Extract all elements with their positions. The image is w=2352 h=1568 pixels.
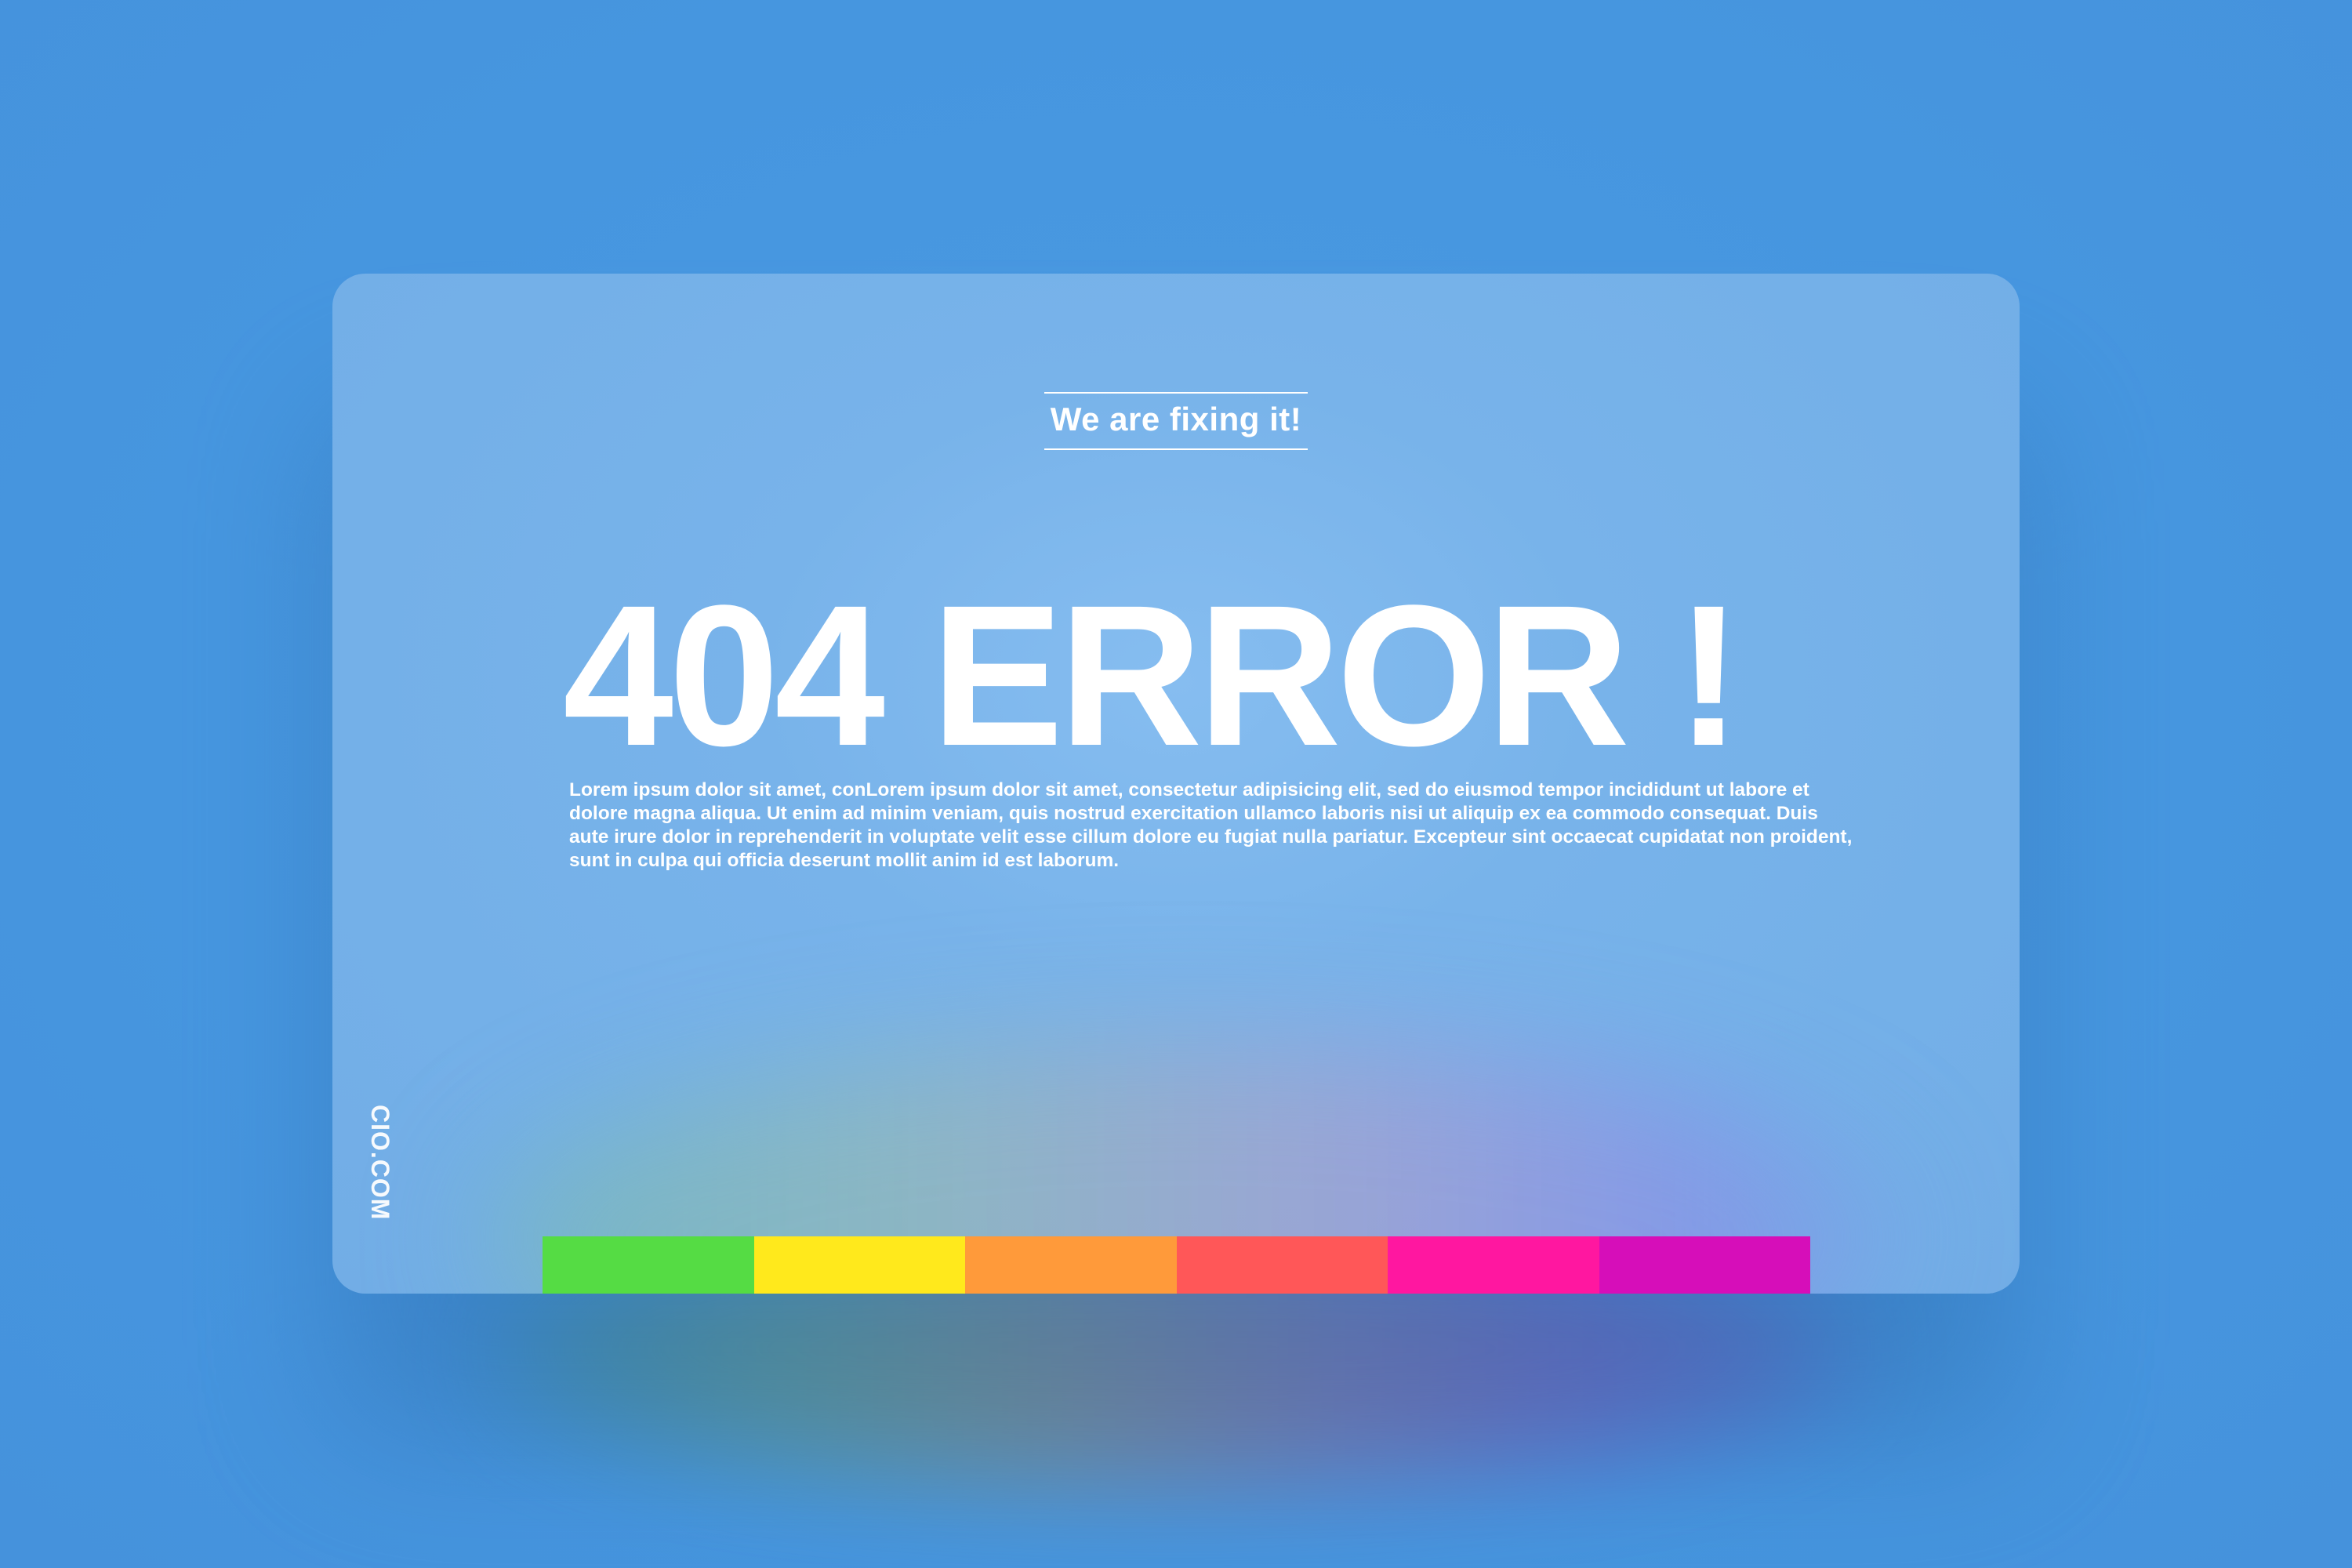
color-swatch-4 [1176, 1236, 1388, 1294]
error-description: Lorem ipsum dolor sit amet, conLorem ips… [569, 779, 1853, 871]
error-card: We are fixing it! 404 ERROR ! Lorem ipsu… [332, 274, 2020, 1294]
color-bar [543, 1236, 1810, 1294]
color-swatch-1 [543, 1236, 754, 1294]
subtitle: We are fixing it! [1044, 392, 1308, 450]
brand-label: CIO.COM [366, 1105, 394, 1221]
error-headline: 404 ERROR ! [563, 564, 1742, 788]
color-swatch-2 [753, 1236, 965, 1294]
color-swatch-6 [1599, 1236, 1810, 1294]
color-swatch-3 [965, 1236, 1177, 1294]
subtitle-wrapper: We are fixing it! [332, 392, 2020, 450]
page-background: We are fixing it! 404 ERROR ! Lorem ipsu… [0, 0, 2352, 1568]
color-swatch-5 [1388, 1236, 1599, 1294]
